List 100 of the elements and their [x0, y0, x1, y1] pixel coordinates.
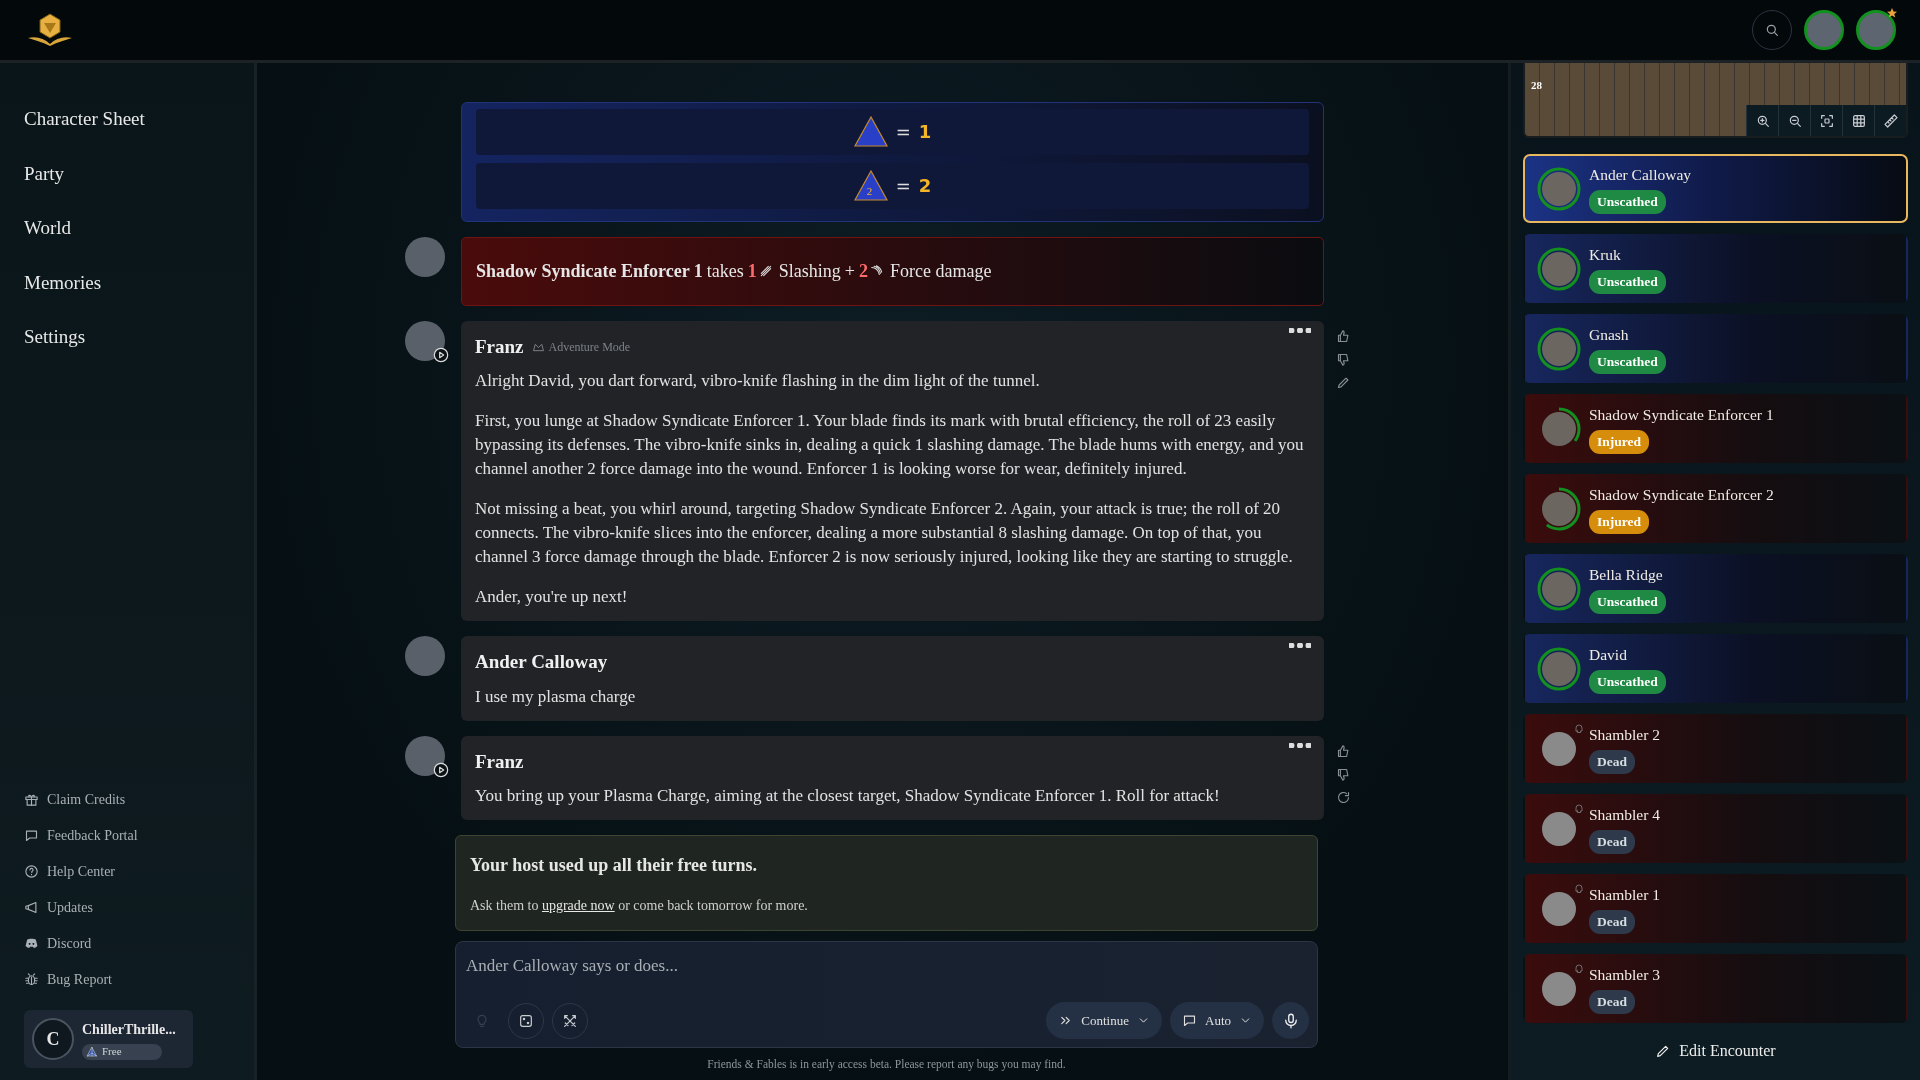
combatant-name: Gnash — [1589, 324, 1629, 345]
message-text: Alright David, you dart forward, vibro-knife flashing in the dim light of the tunnel. — [475, 370, 1041, 392]
sidebar-link[interactable]: Discord — [24, 925, 92, 961]
slash-icon — [758, 264, 773, 278]
bug-icon — [24, 971, 39, 987]
more-icon — [1289, 742, 1311, 748]
damage-type: Force damage — [890, 259, 992, 283]
more-options-button[interactable] — [1288, 326, 1312, 334]
mode-dropdown[interactable]: Auto — [1170, 1002, 1264, 1039]
status-badge: Dead — [1589, 910, 1635, 935]
combatant-card[interactable]: Gnash Unscathed — [1523, 314, 1908, 383]
user-avatar: C — [32, 1018, 74, 1060]
nav-link[interactable]: Party — [24, 159, 254, 188]
combatant-name: David — [1589, 644, 1627, 665]
nav-link[interactable]: World — [24, 214, 254, 243]
message-text: You bring up your Plasma Charge, aiming at the closest target, Shadow Syndicate Enforcer 1. Roll for attack! — [475, 785, 1221, 807]
combatant-name: Shadow Syndicate Enforcer 2 — [1589, 484, 1774, 505]
combatant-card[interactable]: Shadow Syndicate Enforcer 1 Injured — [1523, 394, 1908, 463]
equals-sign: = — [895, 174, 911, 198]
combatant-card[interactable]: Ander Calloway Unscathed — [1523, 154, 1908, 223]
message-field[interactable]: Ander Calloway says or does... Continue Auto — [455, 941, 1318, 1048]
combatant-name: Shambler 2 — [1589, 724, 1661, 745]
user-card[interactable]: C ChillerThrille... Free — [24, 1010, 193, 1068]
lightbulb-icon — [474, 1012, 490, 1029]
message-text: First, you lunge at Shadow Syndicate Enforcer 1. Your blade finds its mark with brutal efficiency, the roll of 23 easily bypassing its defenses. The vibro-knife sinks in, dealing a quick 1 slashing damage. The blade hums with energy, and you channel another 2 force damage into the wound. Enforcer 1 is looking worse for wear, definitely injured. — [475, 410, 1305, 480]
status-badge: Dead — [1589, 990, 1635, 1015]
sidebar-link[interactable]: Updates — [24, 889, 93, 925]
user-name: ChillerThrille... — [82, 1020, 176, 1039]
die-face: 2 — [866, 183, 873, 199]
edit-encounter-button[interactable]: Edit Encounter — [1649, 1038, 1782, 1064]
message-text: Ander, you're up next! — [475, 586, 629, 608]
status-badge: Injured — [1589, 510, 1649, 535]
equals-sign: = — [895, 120, 911, 144]
sidebar-link[interactable]: Claim Credits — [24, 781, 126, 817]
status-badge: Unscathed — [1589, 270, 1666, 295]
combatant-card[interactable]: David Unscathed — [1523, 634, 1908, 703]
roll-total: 2 — [918, 174, 932, 198]
nav-link[interactable]: Character Sheet — [24, 105, 254, 134]
notice-title: Your host used up all their free turns. — [470, 854, 759, 877]
sidebar-link[interactable]: Feedback Portal — [24, 817, 138, 853]
thumbs-down-icon — [1336, 351, 1351, 367]
combatant-name: Ander Calloway — [1589, 164, 1691, 185]
damage-type: Slashing — [778, 259, 841, 283]
avatar-portrait[interactable] — [1856, 10, 1896, 50]
status-badge: Unscathed — [1589, 190, 1666, 215]
message-text: I use my plasma charge — [475, 685, 637, 708]
combatant-name: Shadow Syndicate Enforcer 1 — [1589, 404, 1774, 425]
search-icon — [1764, 22, 1780, 38]
ruler-icon — [1882, 112, 1899, 129]
upgrade-link[interactable]: upgrade now — [541, 898, 615, 913]
skull-icon — [1573, 722, 1585, 735]
skull-icon — [1573, 882, 1585, 895]
microphone-button[interactable] — [1272, 1002, 1309, 1039]
help-icon — [24, 863, 39, 879]
continue-dropdown[interactable]: Continue — [1046, 1002, 1162, 1039]
more-icon — [1289, 327, 1311, 333]
avatar-portrait — [405, 735, 445, 776]
skull-icon — [1573, 962, 1585, 975]
combatant-card[interactable]: Shambler 2 Dead — [1523, 714, 1908, 783]
damage-amount: 1 — [747, 259, 757, 283]
combatant-card[interactable]: Shambler 3 Dead — [1523, 954, 1908, 1023]
mode-tag: Adventure Mode — [531, 337, 631, 356]
thumbs-down-icon — [1336, 766, 1351, 782]
combatant-card[interactable]: Shambler 1 Dead — [1523, 874, 1908, 943]
thumbs-up-icon — [1336, 328, 1351, 344]
megaphone-icon — [24, 899, 39, 915]
target-name: Shadow Syndicate Enforcer 1 — [476, 259, 703, 283]
roll-total: 1 — [918, 120, 932, 144]
dice-icon — [518, 1012, 534, 1029]
logo-icon — [28, 13, 72, 46]
plus-sign: + — [844, 259, 855, 283]
combatant-card[interactable]: Kruk Unscathed — [1523, 234, 1908, 303]
author-name: Franz — [475, 334, 524, 359]
chat-bubble-icon — [24, 827, 39, 843]
focus-icon — [1818, 112, 1835, 129]
status-badge: Unscathed — [1589, 590, 1666, 615]
avatar-portrait — [405, 320, 445, 361]
thumbs-up-icon — [1336, 743, 1351, 759]
die-icon — [853, 169, 888, 201]
triangle-icon — [86, 1045, 98, 1058]
map-label: 28 — [1531, 78, 1542, 93]
nav-link[interactable]: Settings — [24, 323, 254, 352]
combatant-card[interactable]: Bella Ridge Unscathed — [1523, 554, 1908, 623]
grid-icon — [1850, 112, 1867, 129]
notice-text: Ask them to upgrade now or come back tomorrow for more. — [470, 897, 809, 915]
sidebar-link[interactable]: Help Center — [24, 853, 116, 889]
status-badge: Unscathed — [1589, 350, 1666, 375]
more-options-button[interactable] — [1288, 741, 1312, 749]
crossed-swords-icon — [562, 1012, 578, 1029]
status-badge: Unscathed — [1589, 670, 1666, 695]
nav-link[interactable]: Memories — [24, 268, 254, 297]
combatant-name: Bella Ridge — [1589, 564, 1663, 585]
combatant-name: Shambler 4 — [1589, 804, 1661, 825]
avatar-portrait[interactable] — [1804, 10, 1844, 50]
combatant-card[interactable]: Shambler 4 Dead — [1523, 794, 1908, 863]
combatant-name: Shambler 3 — [1589, 964, 1661, 985]
sidebar-link[interactable]: Bug Report — [24, 961, 112, 997]
combatant-card[interactable]: Shadow Syndicate Enforcer 2 Injured — [1523, 474, 1908, 543]
more-options-button[interactable] — [1288, 642, 1312, 649]
refresh-icon — [1336, 789, 1351, 805]
